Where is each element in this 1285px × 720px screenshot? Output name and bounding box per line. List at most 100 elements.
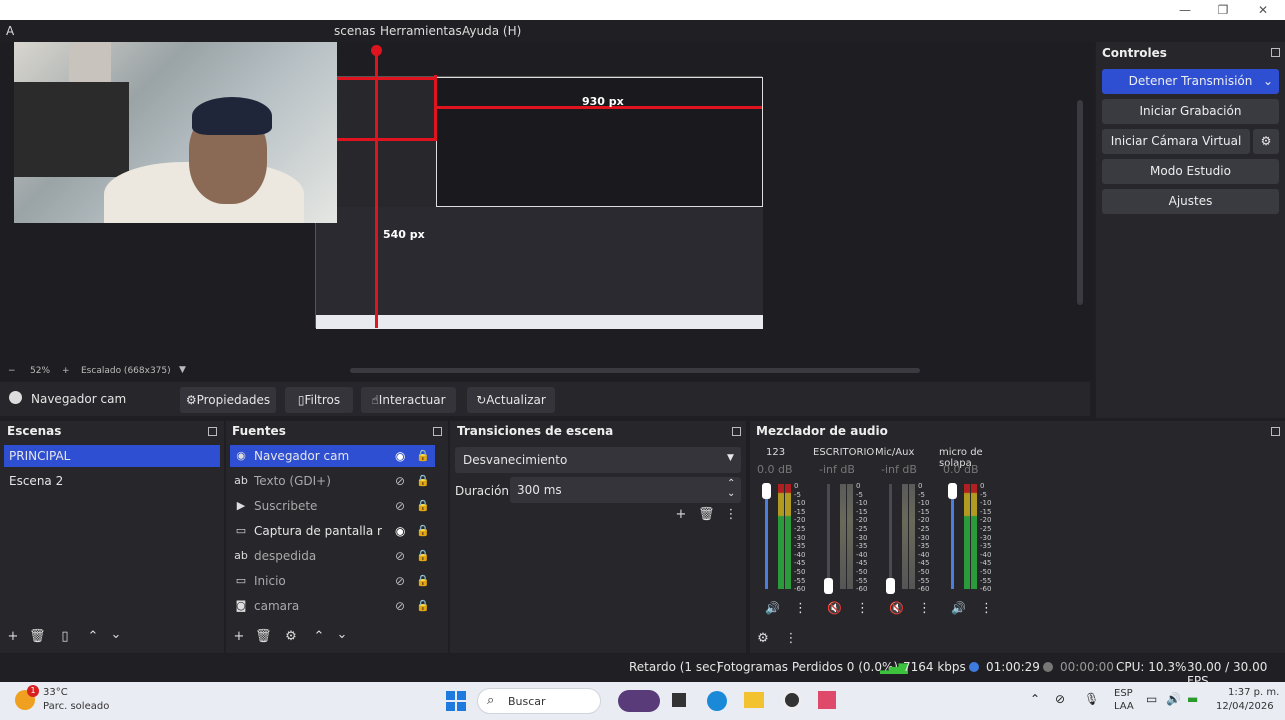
- source-item[interactable]: ab despedida ⊘ 🔒: [230, 545, 435, 567]
- lock-icon[interactable]: 🔒: [416, 595, 430, 617]
- source-item[interactable]: ▶ Suscribete ⊘ 🔒: [230, 495, 435, 517]
- zoom-out-button[interactable]: −: [8, 366, 16, 376]
- settings-button[interactable]: Ajustes: [1102, 189, 1279, 214]
- hidden-icon[interactable]: ⊘: [395, 545, 409, 567]
- scene-item-escena-2[interactable]: Escena 2: [4, 470, 220, 492]
- add-icon[interactable]: +: [5, 629, 21, 644]
- chevron-up-icon[interactable]: ⌃: [85, 629, 101, 644]
- clock-date[interactable]: 12/04/2026: [1216, 701, 1274, 712]
- undock-icon[interactable]: [732, 427, 741, 436]
- edge-icon[interactable]: [707, 691, 727, 711]
- mic-icon[interactable]: 🎙: [1084, 692, 1099, 706]
- chevron-down-icon[interactable]: ⌄: [1263, 69, 1273, 94]
- speaker-icon[interactable]: 🔊: [765, 601, 780, 615]
- lock-icon[interactable]: 🔒: [416, 520, 430, 542]
- speaker-icon[interactable]: 🔊: [951, 601, 966, 615]
- visibility-icon[interactable]: ◉: [395, 445, 409, 467]
- input-language[interactable]: ESP: [1114, 688, 1133, 699]
- volume-fader[interactable]: [951, 484, 954, 589]
- source-item[interactable]: ◙ camara ⊘ 🔒: [230, 595, 435, 617]
- more-menu-icon[interactable]: ⋮: [856, 601, 869, 616]
- undock-icon[interactable]: [208, 427, 217, 436]
- lock-icon[interactable]: 🔒: [416, 570, 430, 592]
- lock-icon[interactable]: 🔒: [416, 545, 430, 567]
- more-menu-icon[interactable]: ⋮: [980, 601, 993, 616]
- hidden-icon[interactable]: ⊘: [395, 495, 409, 517]
- properties-button[interactable]: ⚙Propiedades: [180, 387, 276, 413]
- volume-fader[interactable]: [889, 484, 892, 589]
- source-item[interactable]: ab Texto (GDI+) ⊘ 🔒: [230, 470, 435, 492]
- volume-knob[interactable]: [762, 483, 771, 499]
- start-recording-button[interactable]: Iniciar Grabación: [1102, 99, 1279, 124]
- more-menu-icon[interactable]: ⋮: [794, 601, 807, 616]
- menu-item-scenes[interactable]: scenas: [334, 24, 375, 38]
- refresh-button[interactable]: ↻Actualizar: [467, 387, 555, 413]
- app-icon-2[interactable]: [818, 691, 836, 709]
- add-icon[interactable]: +: [673, 507, 689, 522]
- more-menu-icon[interactable]: ⋮: [723, 507, 739, 522]
- trash-icon[interactable]: 🗑: [698, 507, 715, 522]
- hidden-icon[interactable]: ⊘: [395, 470, 409, 492]
- minimize-button[interactable]: —: [1175, 2, 1195, 18]
- gear-icon[interactable]: ⚙: [755, 631, 771, 646]
- volume-fader[interactable]: [827, 484, 830, 589]
- menu-item-help[interactable]: Ayuda (H): [462, 24, 521, 38]
- windows-start-icon[interactable]: [446, 691, 466, 711]
- visibility-icon[interactable]: ◉: [395, 520, 409, 542]
- more-menu-icon[interactable]: ⋮: [918, 601, 931, 616]
- preview-canvas[interactable]: 930 px 540 px: [0, 42, 1094, 364]
- muted-speaker-icon[interactable]: 🔇: [889, 601, 904, 615]
- menu-item-tools[interactable]: Herramientas: [380, 24, 462, 38]
- chevron-down-icon[interactable]: ⌄: [334, 627, 350, 642]
- trash-icon[interactable]: 🗑: [255, 629, 272, 644]
- lock-icon[interactable]: 🔒: [416, 495, 430, 517]
- chevron-up-icon[interactable]: ⌃: [311, 629, 327, 644]
- volume-knob[interactable]: [948, 483, 957, 499]
- source-item[interactable]: ▭ Captura de pantalla r ◉ 🔒: [230, 520, 435, 542]
- transition-select[interactable]: Desvanecimiento ▼: [455, 447, 741, 473]
- chevron-up-icon[interactable]: ⌃: [1030, 692, 1040, 706]
- virtual-camera-settings-button[interactable]: ⚙: [1253, 129, 1279, 154]
- hidden-icon[interactable]: ⊘: [395, 595, 409, 617]
- scene-item-principal[interactable]: PRINCIPAL: [4, 445, 220, 467]
- app-icon[interactable]: [672, 693, 686, 707]
- undock-icon[interactable]: [433, 427, 442, 436]
- hidden-icon[interactable]: ⊘: [395, 570, 409, 592]
- maximize-button[interactable]: ❐: [1213, 2, 1233, 18]
- undock-icon[interactable]: [1271, 427, 1280, 436]
- preview-vertical-scrollbar[interactable]: [1077, 100, 1083, 305]
- webcam-source[interactable]: [14, 42, 337, 223]
- lock-icon[interactable]: 🔒: [416, 445, 430, 467]
- input-layout[interactable]: LAA: [1114, 701, 1134, 712]
- trash-icon[interactable]: 🗑: [29, 629, 46, 644]
- folder-icon[interactable]: [744, 692, 764, 708]
- no-network-icon[interactable]: ⊘: [1055, 692, 1065, 706]
- muted-speaker-icon[interactable]: 🔇: [827, 601, 842, 615]
- source-item[interactable]: ◉ Navegador cam ◉ 🔒: [230, 445, 435, 467]
- guide-handle[interactable]: [371, 45, 382, 56]
- taskbar-search[interactable]: ⌕ Buscar: [477, 688, 601, 714]
- filters-button[interactable]: ▯Filtros: [285, 387, 353, 413]
- filter-icon[interactable]: ▯: [57, 629, 73, 644]
- clock-time[interactable]: 1:37 p. m.: [1228, 687, 1279, 698]
- virtual-camera-button[interactable]: Iniciar Cámara Virtual: [1102, 129, 1250, 154]
- chevron-down-icon[interactable]: ⌄: [108, 627, 124, 642]
- preview-horizontal-scrollbar[interactable]: [350, 368, 920, 373]
- network-icon[interactable]: ▭: [1146, 692, 1157, 706]
- interact-button[interactable]: ☝Interactuar: [361, 387, 456, 413]
- gear-icon[interactable]: ⚙: [283, 629, 299, 644]
- speaker-icon[interactable]: 🔊: [1166, 692, 1181, 706]
- chevron-down-icon[interactable]: ⌄: [727, 488, 735, 499]
- volume-knob[interactable]: [824, 578, 833, 594]
- volume-knob[interactable]: [886, 578, 895, 594]
- source-item[interactable]: ▭ Inicio ⊘ 🔒: [230, 570, 435, 592]
- screen-capture-source[interactable]: [315, 76, 763, 329]
- add-icon[interactable]: +: [231, 629, 247, 644]
- obs-icon[interactable]: [782, 690, 802, 710]
- duration-spinbox[interactable]: 300 ms ⌃ ⌄: [510, 477, 741, 503]
- menu-item-partial[interactable]: A: [6, 24, 14, 38]
- scale-dropdown-icon[interactable]: ▼: [179, 365, 186, 375]
- studio-mode-button[interactable]: Modo Estudio: [1102, 159, 1279, 184]
- more-menu-icon[interactable]: ⋮: [783, 631, 799, 646]
- lock-icon[interactable]: 🔒: [416, 470, 430, 492]
